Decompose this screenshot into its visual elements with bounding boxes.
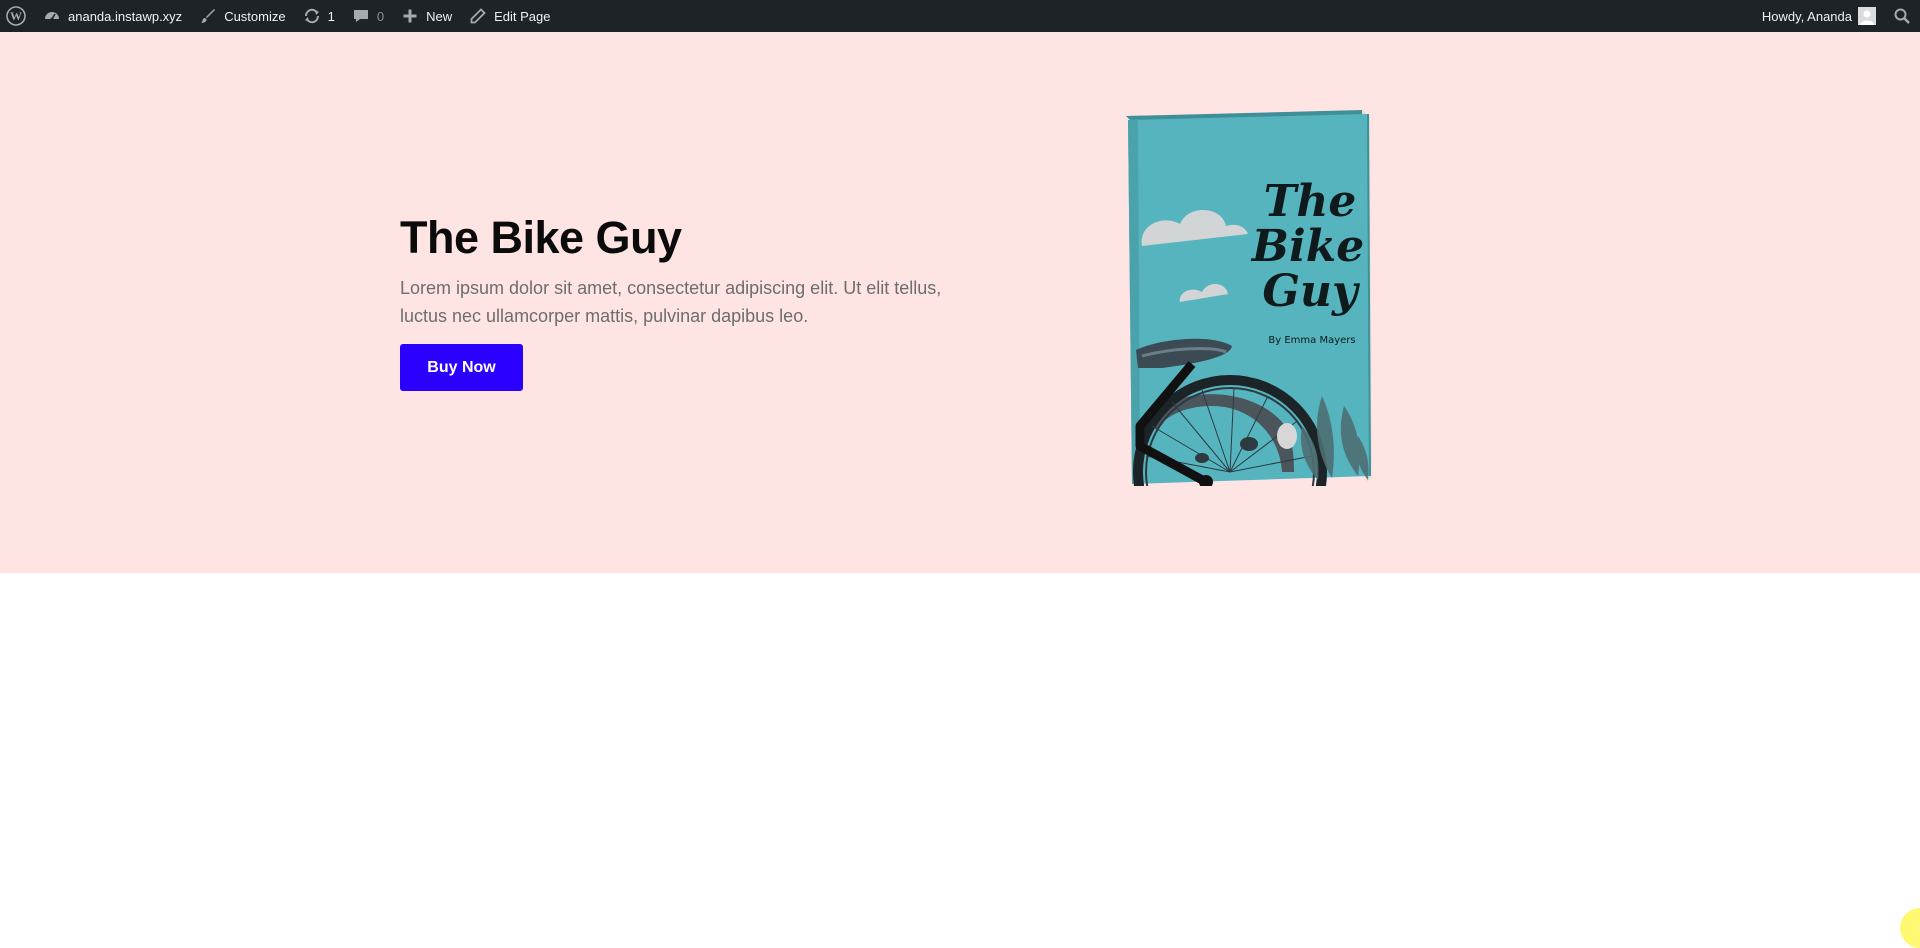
site-name-label: ananda.instawp.xyz — [68, 8, 183, 24]
updates-icon — [302, 6, 322, 26]
comment-icon — [351, 6, 371, 26]
cursor-highlight — [1900, 908, 1920, 948]
updates-link[interactable]: 1 — [294, 0, 343, 32]
pencil-icon — [468, 6, 488, 26]
search-button[interactable] — [1884, 0, 1920, 32]
plus-icon — [400, 6, 420, 26]
brush-icon — [198, 6, 218, 26]
edit-page-label: Edit Page — [494, 8, 551, 24]
edit-page-link[interactable]: Edit Page — [460, 0, 558, 32]
new-label: New — [426, 8, 453, 24]
search-icon — [1892, 6, 1912, 26]
avatar — [1858, 7, 1876, 25]
book-title-line2: Bike — [1250, 221, 1364, 272]
wordpress-menu[interactable]: W — [0, 0, 34, 32]
svg-text:W: W — [10, 9, 22, 23]
site-name-link[interactable]: ananda.instawp.xyz — [34, 0, 190, 32]
howdy-label: Howdy, Ananda — [1761, 8, 1852, 24]
buy-now-button[interactable]: Buy Now — [400, 344, 523, 391]
admin-bar-right: Howdy, Ananda — [1754, 0, 1920, 32]
admin-bar-left: W ananda.instawp.xyz Customize 1 0 New E… — [0, 0, 558, 32]
customize-link[interactable]: Customize — [190, 0, 293, 32]
new-content-link[interactable]: New — [392, 0, 460, 32]
book-author: By Emma Mayers — [1268, 335, 1355, 346]
hero-description: Lorem ipsum dolor sit amet, consectetur … — [400, 278, 942, 326]
customize-label: Customize — [224, 8, 286, 24]
my-account-menu[interactable]: Howdy, Ananda — [1754, 0, 1884, 32]
book-cover-image: The Bike Guy By Emma Mayers — [1122, 106, 1376, 569]
comments-link[interactable]: 0 — [343, 0, 392, 32]
dashboard-icon — [42, 6, 62, 26]
hero-title: The Bike Guy — [400, 212, 682, 263]
book-title-line3: Guy — [1262, 266, 1361, 317]
admin-bar: W ananda.instawp.xyz Customize 1 0 New E… — [0, 0, 1920, 32]
wordpress-icon: W — [6, 6, 26, 26]
book-title-line1: The — [1264, 176, 1357, 227]
comments-count: 0 — [376, 8, 385, 24]
hero-section: The Bike Guy Lorem ipsum dolor sit amet,… — [0, 32, 1920, 573]
updates-count: 1 — [327, 8, 335, 24]
